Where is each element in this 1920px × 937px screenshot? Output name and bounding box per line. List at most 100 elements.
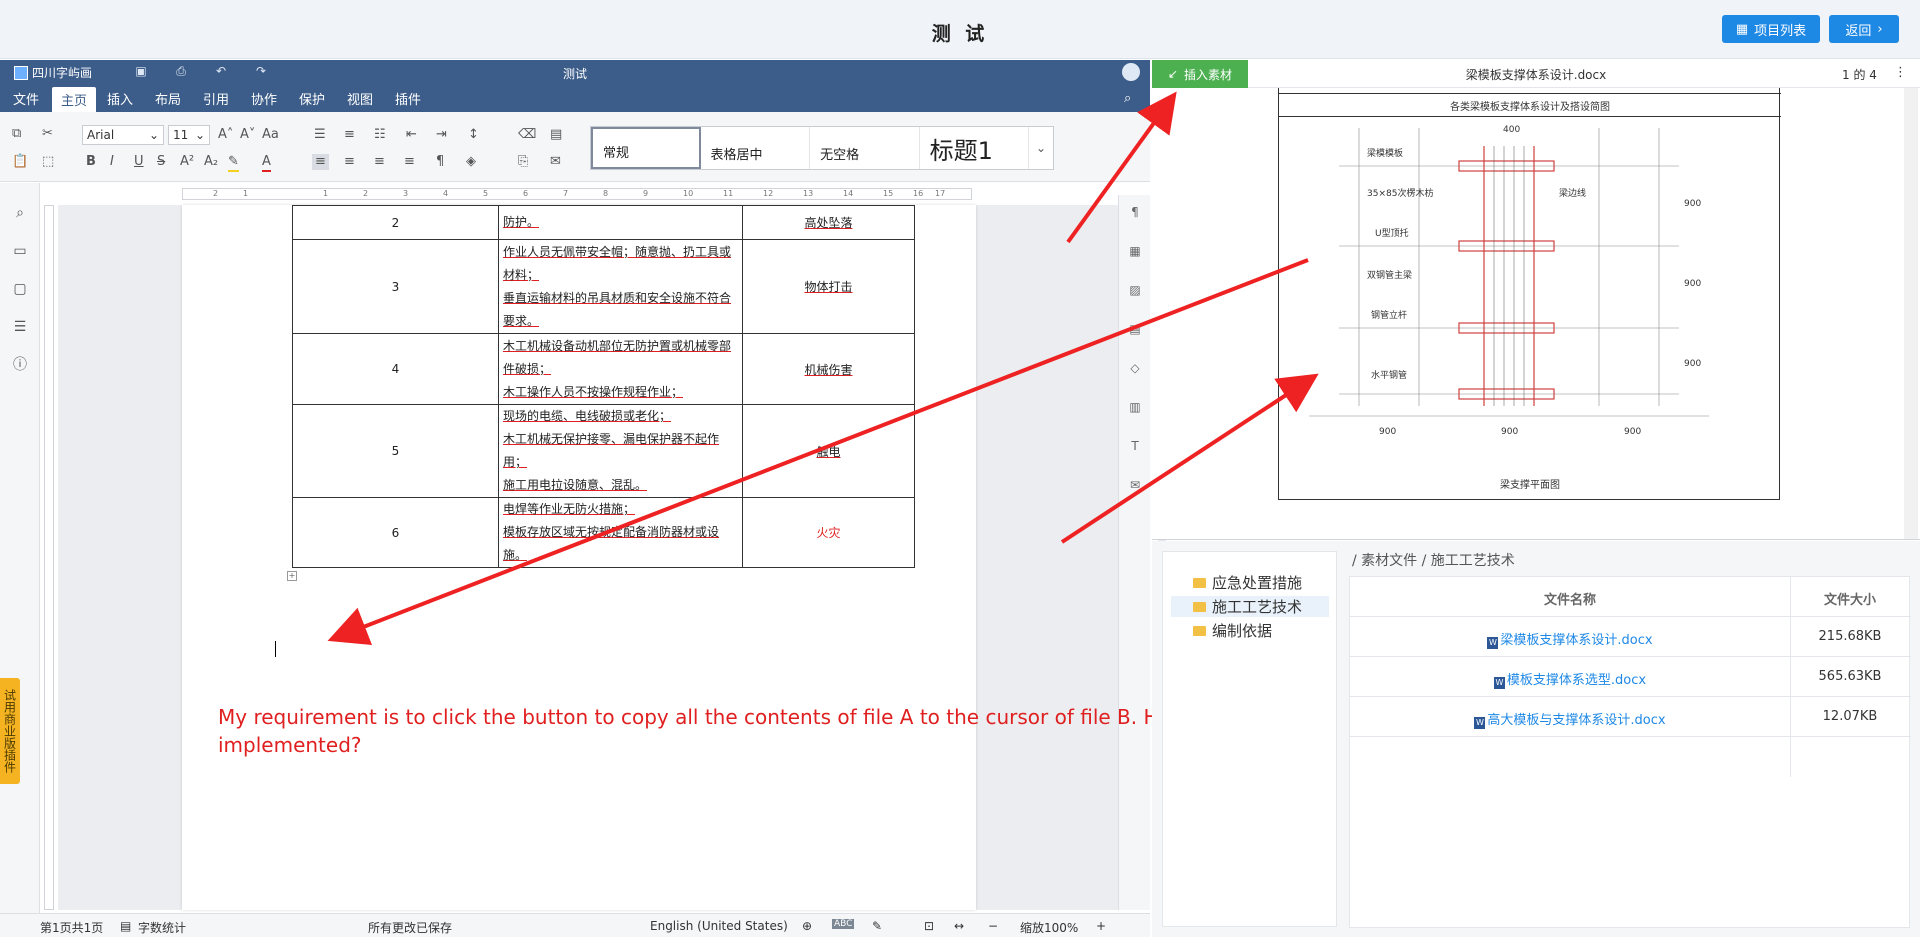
insert-material-button[interactable]: ↙ 插入素材: [1152, 60, 1248, 88]
user-avatar[interactable]: [1122, 63, 1140, 81]
word-count[interactable]: 字数统计: [138, 919, 186, 936]
paragraph-style-icon[interactable]: ▤: [550, 127, 562, 143]
undo-icon[interactable]: ↶: [214, 64, 228, 78]
fit-page-icon[interactable]: ⊡: [924, 919, 934, 933]
preview-scrollbar[interactable]: [1904, 88, 1918, 539]
select-all-icon[interactable]: ⬚: [42, 154, 54, 170]
strikethrough-icon[interactable]: S: [157, 154, 165, 170]
comment-icon[interactable]: ▭: [12, 243, 28, 259]
language-select[interactable]: English (United States): [650, 919, 788, 933]
print-icon[interactable]: ⎙: [174, 64, 188, 78]
page-count[interactable]: 第1页共1页: [40, 919, 103, 936]
style-normal[interactable]: 常规: [591, 127, 701, 169]
underline-icon[interactable]: U: [134, 154, 144, 170]
zoom-in-icon[interactable]: +: [1096, 919, 1106, 933]
align-center-icon[interactable]: ≡: [344, 154, 355, 170]
more-options-icon[interactable]: ⋮: [1894, 65, 1907, 80]
superscript-icon[interactable]: A²: [180, 154, 194, 170]
chat-icon[interactable]: ▢: [12, 281, 28, 297]
menu-layout[interactable]: 布局: [155, 89, 181, 108]
mail-merge-icon[interactable]: ✉: [550, 154, 561, 170]
menu-insert[interactable]: 插入: [107, 89, 133, 108]
decrease-font-icon[interactable]: A˅: [240, 127, 255, 143]
tree-item-construction-tech[interactable]: 施工工艺技术: [1171, 596, 1329, 617]
header-footer-icon[interactable]: ▤: [1128, 322, 1142, 336]
table-settings-icon[interactable]: ▦: [1128, 244, 1142, 258]
vertical-ruler[interactable]: [44, 205, 54, 910]
dim-side-2: 900: [1684, 279, 1701, 289]
copy-style-icon[interactable]: ⎘: [518, 154, 528, 170]
table-row[interactable]: W 模板支撑体系选型.docx 565.63KB: [1350, 657, 1911, 697]
breadcrumb-item[interactable]: 施工工艺技术: [1431, 553, 1515, 569]
menu-references[interactable]: 引用: [203, 89, 229, 108]
commercial-plugin-tab[interactable]: 试用商业版插件: [0, 678, 20, 784]
italic-icon[interactable]: I: [110, 154, 114, 170]
hazard-table[interactable]: 2 防护。 高处坠落 3 作业人员无佩带安全帽；随意抛、扔工具或材料； 垂直运输材…: [292, 205, 915, 568]
clear-format-icon[interactable]: ⌫: [518, 127, 536, 143]
menu-view[interactable]: 视图: [347, 89, 373, 108]
project-list-button[interactable]: ▦ 项目列表: [1722, 15, 1820, 43]
change-case-icon[interactable]: Aa: [262, 127, 279, 143]
font-size-select[interactable]: 11 ⌄: [168, 125, 210, 145]
zoom-level[interactable]: 缩放100%: [1020, 919, 1078, 936]
document-page[interactable]: 2 防护。 高处坠落 3 作业人员无佩带安全帽；随意抛、扔工具或材料； 垂直运输材…: [182, 205, 976, 910]
shape-settings-icon[interactable]: ◇: [1128, 361, 1142, 375]
zoom-out-icon[interactable]: −: [988, 919, 998, 933]
multilevel-list-icon[interactable]: ☷: [374, 127, 386, 143]
numbered-list-icon[interactable]: ≡: [344, 127, 355, 143]
style-heading-1[interactable]: 标题1: [920, 127, 1030, 169]
search-icon[interactable]: ⌕: [12, 205, 28, 221]
increase-indent-icon[interactable]: ⇥: [436, 127, 447, 143]
save-icon[interactable]: ▣: [134, 64, 148, 78]
menu-collaboration[interactable]: 协作: [251, 89, 277, 108]
justify-icon[interactable]: ≡: [404, 154, 415, 170]
increase-font-icon[interactable]: A˄: [218, 127, 233, 143]
mail-settings-icon[interactable]: ✉: [1128, 478, 1142, 492]
subscript-icon[interactable]: A₂: [204, 154, 218, 170]
globe-icon[interactable]: ⊕: [802, 919, 812, 933]
bold-icon[interactable]: B: [86, 154, 96, 170]
horizontal-ruler[interactable]: 2 1 1 2 3 4 5 6 7 8 9 10 11 12 13 14 15 …: [182, 188, 972, 200]
chart-settings-icon[interactable]: ▥: [1128, 400, 1142, 414]
paragraph-marks-icon[interactable]: ¶: [436, 154, 444, 170]
bullet-list-icon[interactable]: ☰: [314, 127, 326, 143]
shading-icon[interactable]: ◈: [466, 154, 476, 170]
textart-settings-icon[interactable]: T: [1128, 439, 1142, 453]
search-icon[interactable]: ⌕: [1124, 91, 1131, 106]
table-row[interactable]: W 梁模板支撑体系设计.docx 215.68KB: [1350, 617, 1911, 657]
menu-plugins[interactable]: 插件: [395, 89, 421, 108]
cut-icon[interactable]: ✂: [42, 126, 53, 142]
style-gallery-expand[interactable]: ⌄: [1029, 127, 1053, 169]
info-icon[interactable]: ⓘ: [12, 357, 28, 373]
line-spacing-icon[interactable]: ↕: [468, 127, 479, 143]
redo-icon[interactable]: ↷: [254, 64, 268, 78]
navigation-icon[interactable]: ☰: [12, 319, 28, 335]
menu-file[interactable]: 文件: [13, 89, 39, 108]
align-left-icon[interactable]: ≡: [312, 154, 329, 170]
style-no-spacing[interactable]: 无空格: [810, 127, 920, 169]
track-changes-icon[interactable]: ✎: [872, 919, 882, 933]
align-right-icon[interactable]: ≡: [374, 154, 385, 170]
highlight-icon[interactable]: ✎: [228, 154, 239, 172]
back-button[interactable]: 返回 ›: [1829, 15, 1899, 43]
breadcrumb-item[interactable]: 素材文件: [1361, 553, 1417, 569]
image-settings-icon[interactable]: ▨: [1128, 283, 1142, 297]
tree-item-basis[interactable]: 编制依据: [1193, 620, 1272, 641]
document-canvas[interactable]: 2 防护。 高处坠落 3 作业人员无佩带安全帽；随意抛、扔工具或材料； 垂直运输材…: [58, 205, 1166, 910]
menu-protection[interactable]: 保护: [299, 89, 325, 108]
paste-icon[interactable]: 📋: [12, 154, 28, 170]
font-color-icon[interactable]: A: [262, 154, 271, 172]
spellcheck-icon[interactable]: ABC: [832, 919, 855, 929]
table-row[interactable]: W 高大模板与支撑体系设计.docx 12.07KB: [1350, 697, 1911, 737]
tree-item-emergency[interactable]: 应急处置措施: [1193, 572, 1302, 593]
document-preview[interactable]: 各类梁模板支撑体系设计及搭设简图 400 900 900 900 900 900…: [1152, 88, 1920, 540]
word-file-icon: W: [1487, 637, 1499, 649]
decrease-indent-icon[interactable]: ⇤: [406, 127, 417, 143]
style-table-center[interactable]: 表格居中: [701, 127, 811, 169]
fit-width-icon[interactable]: ↔: [954, 919, 964, 933]
table-move-handle[interactable]: +: [287, 571, 297, 581]
copy-icon[interactable]: ⧉: [12, 126, 21, 142]
font-family-select[interactable]: Arial ⌄: [82, 125, 164, 145]
paragraph-settings-icon[interactable]: ¶: [1128, 205, 1142, 219]
menu-home[interactable]: 主页: [52, 87, 97, 112]
